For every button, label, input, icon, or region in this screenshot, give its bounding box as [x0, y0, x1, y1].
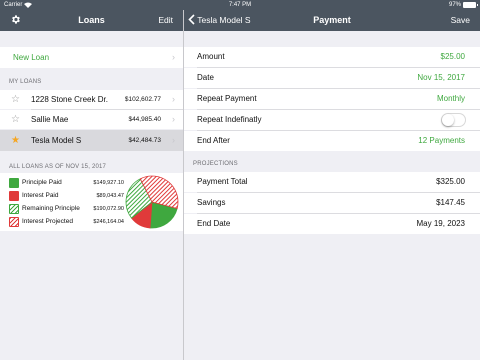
repeat-indefinitely-row: Repeat Indefinatly [184, 110, 480, 130]
legend-swatch [9, 204, 19, 214]
payment-title: Payment [313, 15, 351, 25]
legend-interest-projected: Interest Projected $246,164.04 [9, 216, 124, 228]
projections-header: PROJECTIONS [193, 161, 238, 167]
battery-indicator: 97% [448, 0, 478, 10]
loan-name: Sallie Mae [31, 115, 69, 124]
legend-label: Interest Paid [22, 192, 59, 199]
summary-card: Principle Paid $149,927.10 Interest Paid… [0, 173, 183, 231]
legend-value: $246,164.04 [93, 219, 124, 225]
loans-list-pane: New Loan › MY LOANS ☆ 1228 Stone Creek D… [0, 31, 183, 360]
status-time: 7:47 PM [228, 2, 252, 8]
star-outline-icon[interactable]: ☆ [11, 90, 20, 109]
amount-value[interactable]: $25.00 [441, 47, 465, 67]
amount-label: Amount [197, 52, 225, 61]
carrier-label: Carrier [4, 2, 23, 8]
end-date-label: End Date [197, 219, 231, 228]
end-after-value[interactable]: 12 Payments [418, 131, 465, 151]
loan-row-stone-creek[interactable]: ☆ 1228 Stone Creek Dr. $102,602.77 › [0, 90, 183, 109]
star-filled-icon[interactable]: ★ [11, 130, 20, 151]
legend-principle-paid: Principle Paid $149,927.10 [9, 177, 124, 189]
legend-swatch [9, 217, 19, 227]
payment-total-label: Payment Total [197, 177, 248, 186]
chevron-right-icon: › [172, 52, 175, 62]
end-date-row: End Date May 19, 2023 [184, 214, 480, 234]
loan-amount: $42,484.73 [128, 137, 161, 144]
savings-row: Savings $147.45 [184, 193, 480, 213]
loans-nav-bar: Loans Edit [0, 10, 183, 31]
savings-value: $147.45 [436, 198, 465, 207]
legend-value: $89,043.47 [96, 193, 124, 199]
battery-percent: 97% [448, 2, 461, 8]
repeat-indefinitely-label: Repeat Indefinatly [197, 115, 262, 124]
loan-amount: $102,602.77 [124, 96, 161, 103]
legend-swatch [9, 191, 19, 201]
amount-row[interactable]: Amount $25.00 [184, 47, 480, 67]
loan-row-sallie-mae[interactable]: ☆ Sallie Mae $44,985.40 › [0, 110, 183, 129]
loans-title: Loans [78, 15, 105, 25]
legend-value: $190,072.90 [93, 206, 124, 212]
new-loan-label: New Loan [13, 53, 50, 62]
legend-interest-paid: Interest Paid $89,043.47 [9, 190, 124, 202]
repeat-payment-label: Repeat Payment [197, 94, 257, 103]
chevron-right-icon: › [172, 94, 175, 104]
payment-total-value: $325.00 [436, 177, 465, 186]
loan-name: 1228 Stone Creek Dr. [31, 95, 108, 104]
chevron-right-icon: › [172, 114, 175, 124]
save-button[interactable]: Save [451, 10, 470, 31]
payment-detail-pane: Amount $25.00 Date Nov 15, 2017 Repeat P… [184, 31, 480, 360]
summary-header: ALL LOANS AS OF NOV 15, 2017 [9, 164, 107, 170]
battery-fill [464, 3, 475, 7]
date-row[interactable]: Date Nov 15, 2017 [184, 68, 480, 88]
toggle-knob [442, 114, 454, 126]
status-bar: Carrier 7:47 PM 97% [0, 0, 480, 10]
loan-name: Tesla Model S [31, 136, 82, 145]
legend-label: Remaining Principle [22, 205, 80, 212]
legend-value: $149,927.10 [93, 180, 124, 186]
payment-nav-bar: Tesla Model S Payment Save [184, 10, 480, 31]
legend-label: Principle Paid [22, 179, 62, 186]
carrier-indicator: Carrier [4, 0, 33, 10]
repeat-payment-value[interactable]: Monthly [437, 89, 465, 109]
legend-label: Interest Projected [22, 218, 73, 225]
savings-label: Savings [197, 198, 226, 207]
end-after-row[interactable]: End After 12 Payments [184, 131, 480, 151]
pie-slices [125, 175, 179, 229]
legend-swatch [9, 178, 19, 188]
payment-total-row: Payment Total $325.00 [184, 172, 480, 192]
legend-remaining-principle: Remaining Principle $190,072.90 [9, 203, 124, 215]
my-loans-header: MY LOANS [9, 79, 42, 85]
repeat-payment-row[interactable]: Repeat Payment Monthly [184, 89, 480, 109]
battery-icon [463, 2, 478, 8]
top-bar: Carrier 7:47 PM 97% Loans Edit Tesla Mod… [0, 0, 480, 31]
repeat-indefinitely-toggle[interactable] [441, 113, 466, 127]
date-value[interactable]: Nov 15, 2017 [417, 68, 465, 88]
chevron-right-icon: › [172, 135, 175, 145]
edit-button[interactable]: Edit [158, 10, 173, 31]
loan-amount: $44,985.40 [128, 116, 161, 123]
date-label: Date [197, 73, 214, 82]
star-outline-icon[interactable]: ☆ [11, 110, 20, 129]
end-after-label: End After [197, 136, 230, 145]
loan-pie-chart [125, 175, 179, 229]
new-loan-row[interactable]: New Loan › [0, 47, 183, 68]
wifi-icon [24, 2, 33, 8]
loan-row-tesla-model-s[interactable]: ★ Tesla Model S $42,484.73 › [0, 130, 183, 151]
split-divider [183, 10, 184, 360]
end-date-value: May 19, 2023 [416, 219, 465, 228]
